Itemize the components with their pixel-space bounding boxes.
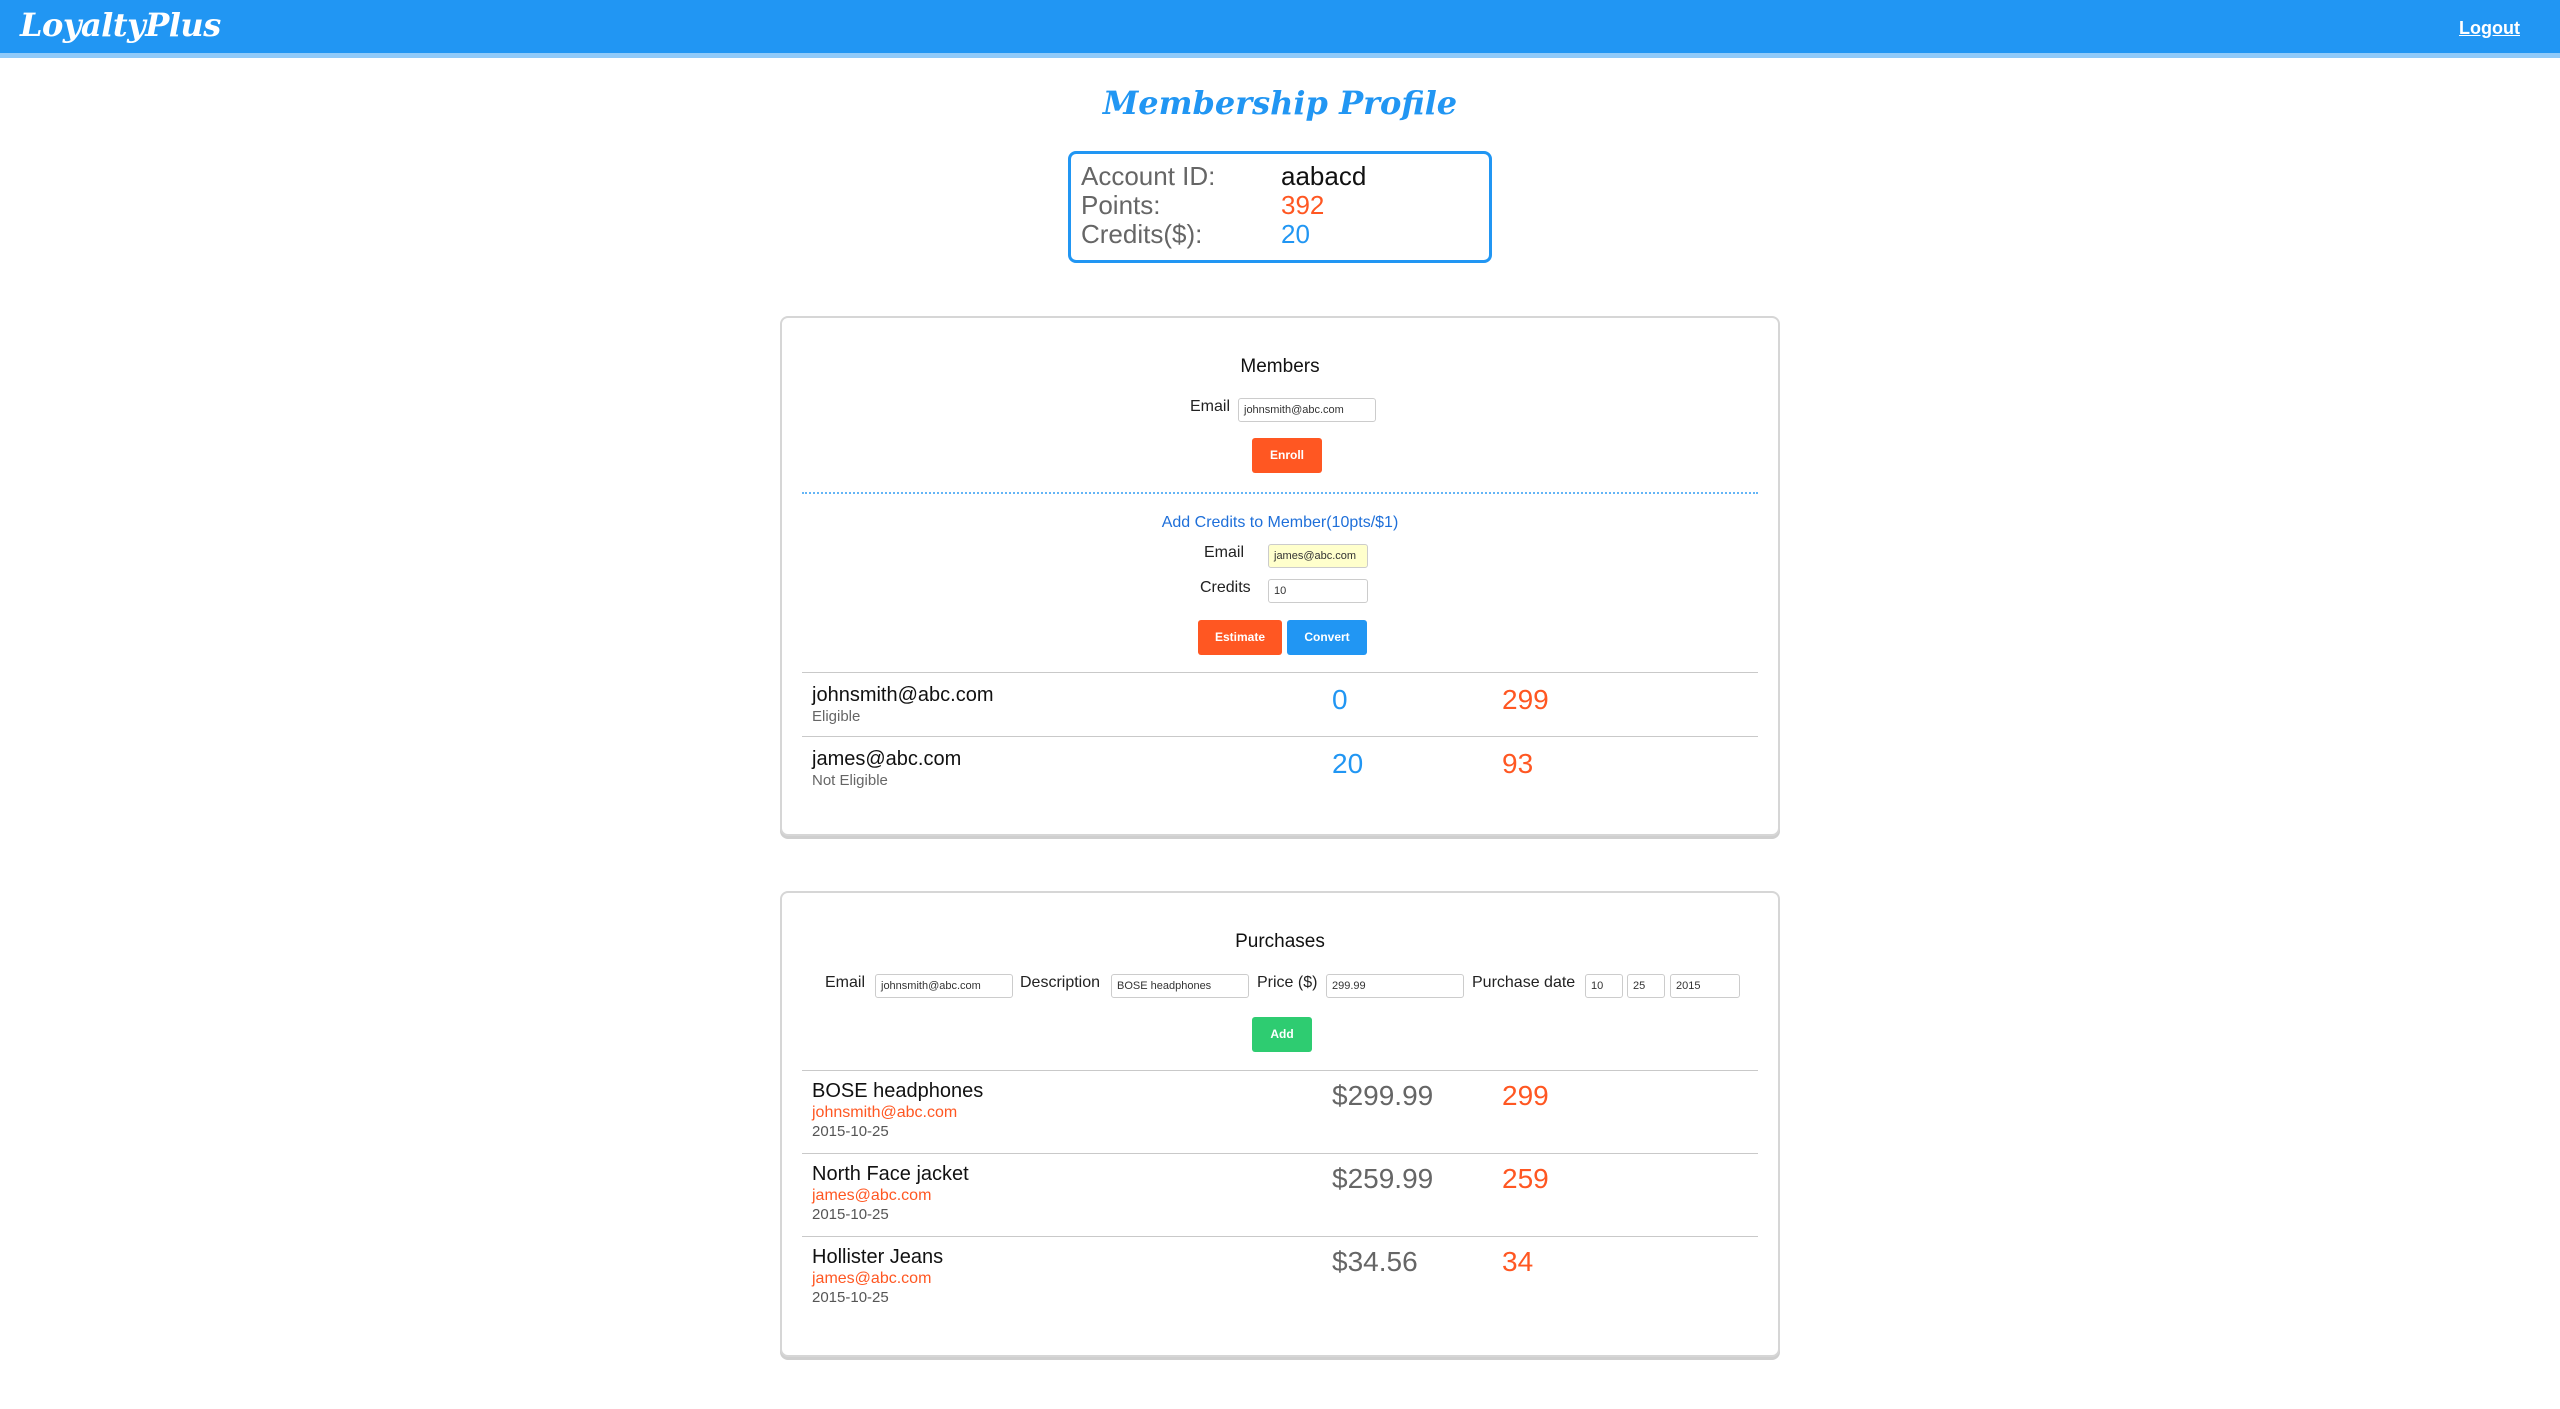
- estimate-button[interactable]: Estimate: [1198, 620, 1282, 655]
- purchase-price: $259.99: [1332, 1163, 1434, 1194]
- member-email: johnsmith@abc.com: [812, 684, 994, 706]
- price-label: Price ($): [1257, 974, 1318, 991]
- brand-logo[interactable]: LoyaltyPlus: [20, 6, 221, 44]
- purchases-card: Purchases Email johnsmith@abc.com Descri…: [780, 891, 1780, 1357]
- purchase-description: North Face jacket: [812, 1163, 969, 1185]
- purchases-title: Purchases: [1235, 931, 1325, 952]
- account-id-row: Account ID: aabacd: [1081, 161, 1479, 191]
- enroll-button[interactable]: Enroll: [1252, 438, 1322, 473]
- purchase-price: $34.56: [1332, 1246, 1418, 1277]
- purchase-email-label: Email: [825, 974, 866, 991]
- row-divider: [802, 736, 1758, 737]
- account-id-label: Account ID:: [1081, 161, 1216, 191]
- credits-label: Credits($):: [1081, 219, 1203, 249]
- members-title: Members: [1240, 356, 1320, 377]
- purchase-year-input[interactable]: 2015: [1670, 974, 1740, 998]
- credits-row: Credits($): 20: [1081, 219, 1479, 249]
- member-status: Not Eligible: [812, 772, 888, 789]
- price-input[interactable]: 299.99: [1326, 974, 1464, 998]
- description-label: Description: [1020, 974, 1101, 991]
- purchase-day-input[interactable]: 25: [1627, 974, 1665, 998]
- purchase-description: BOSE headphones: [812, 1080, 984, 1102]
- member-points: 93: [1502, 748, 1534, 779]
- top-navbar: LoyaltyPlus Logout: [0, 0, 2560, 58]
- add-credits-title: Add Credits to Member(10pts/$1): [1161, 514, 1399, 531]
- purchase-date-label: Purchase date: [1472, 974, 1576, 991]
- points-value: 392: [1281, 190, 1325, 220]
- purchase-email: james@abc.com: [812, 1270, 932, 1287]
- credits-amount-label: Credits: [1200, 579, 1251, 596]
- member-points: 299: [1502, 684, 1549, 715]
- purchase-points: 259: [1502, 1163, 1549, 1194]
- purchase-date: 2015-10-25: [812, 1289, 889, 1306]
- purchase-price: $299.99: [1332, 1080, 1434, 1111]
- section-divider: [802, 492, 1758, 494]
- credit-email-input[interactable]: james@abc.com: [1268, 544, 1368, 568]
- purchase-points: 34: [1502, 1246, 1534, 1277]
- member-email: james@abc.com: [812, 748, 962, 770]
- member-status: Eligible: [812, 708, 861, 725]
- credits-amount-input[interactable]: 10: [1268, 579, 1368, 603]
- credits-value: 20: [1281, 219, 1310, 249]
- convert-button[interactable]: Convert: [1287, 620, 1367, 655]
- row-divider: [802, 1153, 1758, 1154]
- enroll-email-label: Email: [1190, 398, 1231, 415]
- points-row: Points: 392: [1081, 190, 1479, 220]
- row-divider: [802, 1070, 1758, 1071]
- row-divider: [802, 672, 1758, 673]
- purchase-date: 2015-10-25: [812, 1123, 889, 1140]
- enroll-email-input[interactable]: johnsmith@abc.com: [1238, 398, 1376, 422]
- credit-email-label: Email: [1204, 544, 1245, 561]
- purchase-date: 2015-10-25: [812, 1206, 889, 1223]
- purchase-email: james@abc.com: [812, 1187, 932, 1204]
- logout-link[interactable]: Logout: [2459, 18, 2520, 39]
- members-card: Members Email johnsmith@abc.com Enroll A…: [780, 316, 1780, 836]
- account-summary-box: Account ID: aabacd Points: 392 Credits($…: [1068, 151, 1492, 263]
- purchase-points: 299: [1502, 1080, 1549, 1111]
- purchase-email: johnsmith@abc.com: [812, 1104, 958, 1121]
- add-purchase-button[interactable]: Add: [1252, 1017, 1312, 1052]
- description-input[interactable]: BOSE headphones: [1111, 974, 1249, 998]
- page-title: Membership Profile: [1102, 84, 1458, 122]
- row-divider: [802, 1236, 1758, 1237]
- purchase-email-input[interactable]: johnsmith@abc.com: [875, 974, 1013, 998]
- purchase-month-input[interactable]: 10: [1585, 974, 1623, 998]
- account-id-value: aabacd: [1281, 161, 1367, 191]
- points-label: Points:: [1081, 190, 1161, 220]
- purchase-description: Hollister Jeans: [812, 1246, 944, 1268]
- member-credits: 20: [1332, 748, 1364, 779]
- member-credits: 0: [1332, 684, 1348, 715]
